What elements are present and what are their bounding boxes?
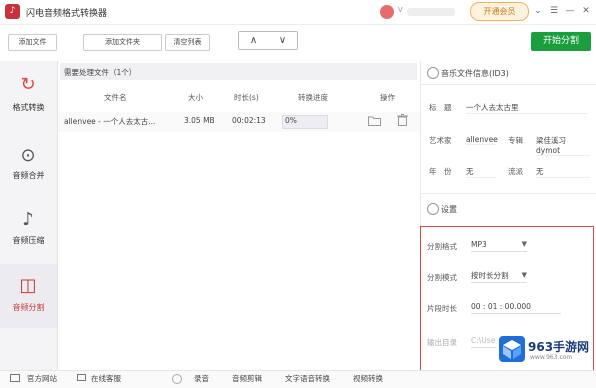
divider (420, 193, 596, 194)
avatar[interactable] (380, 5, 394, 19)
split-mode-select[interactable]: 按时长分割 ▼ (471, 269, 527, 283)
split-mode-label: 分割模式 (427, 273, 457, 282)
app-logo-icon: ♪ (5, 4, 20, 19)
title-label: 标 题 (429, 103, 452, 112)
album-label: 专辑 (508, 136, 523, 145)
split-format-value: MP3 (471, 240, 487, 249)
chevron-down-icon: ▼ (521, 271, 527, 279)
genre-label: 流派 (508, 167, 523, 176)
settings-section-title: 设置 (441, 205, 457, 214)
output-dir-field[interactable]: C:\Users\...\Desktop (471, 334, 497, 348)
start-split-button[interactable]: 开始分割 (531, 32, 591, 51)
text-to-speech-link[interactable]: 文字语音转换 (285, 373, 330, 384)
user-menu-icon[interactable]: ⌄ (533, 6, 543, 16)
add-file-button[interactable]: 添加文件 (8, 34, 57, 51)
watermark-subtext: www.963.com (530, 354, 573, 361)
split-format-select[interactable]: MP3 ▼ (471, 238, 527, 252)
watermark-logo-icon (499, 336, 525, 362)
menu-icon[interactable]: ☰ (549, 6, 559, 16)
year-field[interactable]: 无 (466, 166, 496, 178)
divider (420, 84, 596, 85)
artist-field[interactable]: allenvee (466, 135, 498, 145)
column-header-progress: 转换进度 (298, 93, 328, 102)
genre-field[interactable]: 无 (536, 166, 590, 178)
vip-badge-icon: V (398, 6, 403, 14)
file-list-area (58, 61, 421, 370)
sidebar-item-label: 音频合并 (12, 171, 45, 180)
info-icon (427, 67, 439, 79)
minimize-button[interactable]: — (565, 6, 575, 16)
year-label: 年 份 (429, 167, 452, 176)
move-up-button[interactable]: ∧ (239, 32, 268, 49)
app-title: 闪电音频格式转换器 (26, 9, 108, 19)
split-icon: ◫ (19, 275, 37, 296)
record-link[interactable]: 录音 (194, 373, 209, 384)
trash-icon[interactable] (397, 114, 408, 126)
add-folder-button[interactable]: 添加文件夹 (83, 34, 162, 51)
record-icon (172, 374, 182, 384)
online-support-link[interactable]: 在线客服 (91, 373, 121, 384)
audio-edit-link[interactable]: 音频剪辑 (232, 373, 262, 384)
move-down-button[interactable]: ∨ (268, 32, 297, 49)
album-field[interactable]: 梁佳溪习dymot (536, 135, 590, 156)
output-dir-label: 输出目录 (427, 338, 457, 347)
sidebar-item-audio-compress[interactable]: ♪ 音频压缩 (0, 200, 57, 262)
column-header-size: 大小 (188, 93, 203, 102)
folder-icon[interactable] (368, 115, 381, 126)
file-duration-cell: 00:02:13 (232, 116, 266, 125)
chat-icon (77, 374, 86, 382)
file-list-title: 需要处理文件（1个） (64, 68, 137, 77)
sidebar-item-label: 音频压缩 (12, 236, 45, 245)
video-convert-link[interactable]: 视频转换 (353, 373, 383, 384)
sidebar-item-format-convert[interactable]: ↻ 格式转换 (0, 61, 57, 123)
sidebar-item-label: 音频分割 (12, 303, 45, 312)
progress-text: 0% (285, 116, 297, 125)
watermark-text: 963手游网 (528, 340, 590, 354)
title-field[interactable]: 一个人去太古里 (466, 102, 588, 114)
chevron-down-icon: ▼ (521, 240, 527, 248)
official-site-link[interactable]: 官方网站 (27, 373, 57, 384)
sidebar-item-audio-split[interactable]: ◫ 音频分割 (0, 264, 57, 328)
close-button[interactable]: ✕ (581, 6, 591, 16)
username-blurred (407, 8, 455, 16)
home-icon (10, 374, 20, 382)
merge-icon: ⊙ (20, 145, 36, 166)
sidebar-item-label: 格式转换 (12, 103, 45, 112)
column-header-actions: 操作 (380, 93, 395, 102)
column-header-name: 文件名 (104, 93, 127, 102)
convert-icon: ↻ (20, 74, 36, 95)
split-format-label: 分割格式 (427, 242, 457, 251)
compress-icon: ♪ (22, 209, 34, 230)
segment-length-input[interactable]: 00 : 01 : 00.000 (471, 300, 561, 314)
settings-icon (427, 203, 439, 215)
sidebar-item-audio-merge[interactable]: ⊙ 音频合并 (0, 136, 57, 198)
file-name-cell: allenvee - 一个人去太古... (64, 117, 156, 126)
file-size-cell: 3.05 MB (184, 116, 215, 125)
segment-length-label: 片段时长 (427, 304, 457, 313)
split-mode-value: 按时长分割 (471, 271, 509, 280)
column-header-duration: 时长(s) (234, 93, 259, 102)
artist-label: 艺术家 (429, 136, 452, 145)
move-buttons: ∧ ∨ (238, 31, 298, 50)
open-vip-button[interactable]: 开通会员 (470, 2, 529, 21)
id3-section-title: 音乐文件信息(ID3) (441, 69, 509, 78)
clear-list-button[interactable]: 清空列表 (165, 34, 210, 51)
